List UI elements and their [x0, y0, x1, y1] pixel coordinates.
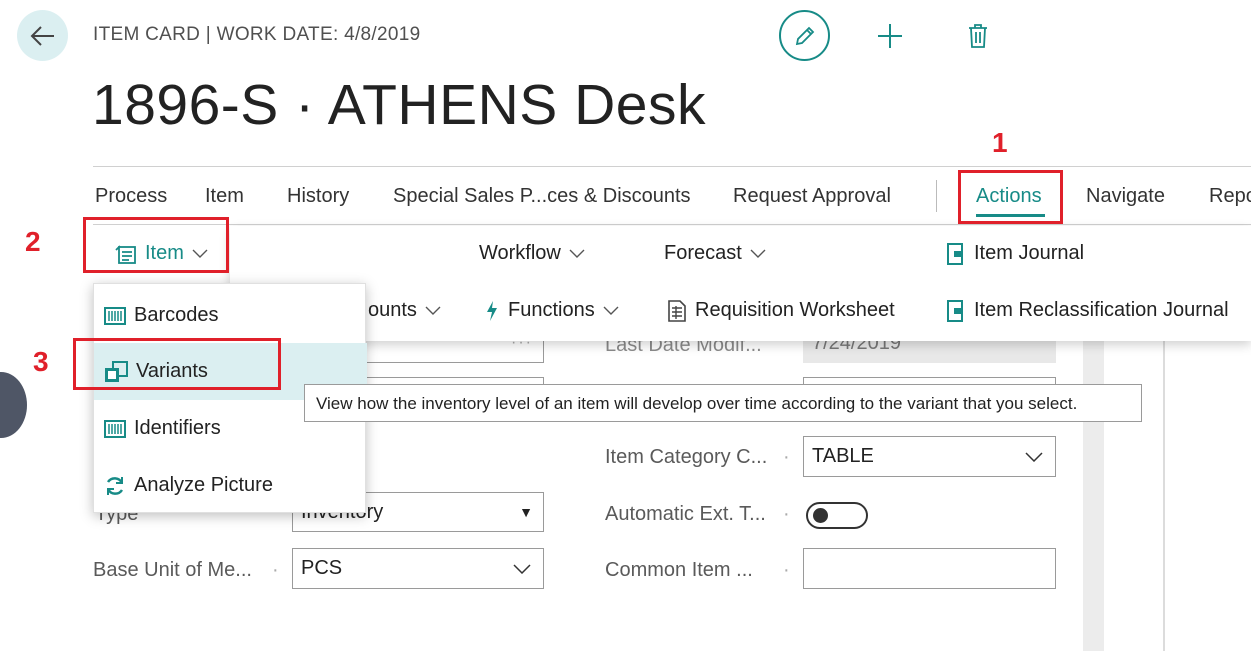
item-category-label: Item Category C...	[605, 446, 768, 468]
barcode-icon	[104, 419, 126, 438]
item-reclass-journal-label: Item Reclassification Journal	[974, 299, 1229, 321]
requisition-worksheet-button[interactable]: Requisition Worksheet	[667, 299, 895, 322]
item-journal-button[interactable]: Item Journal	[946, 242, 1084, 265]
common-item-label: Common Item ...	[605, 559, 753, 581]
item-journal-label: Item Journal	[974, 242, 1085, 264]
tab-request-approval[interactable]: Request Approval	[733, 185, 891, 208]
chevron-down-icon	[1025, 451, 1043, 462]
item-category-value: TABLE	[812, 445, 874, 467]
annotation-box-variants	[73, 338, 281, 390]
barcode-icon	[104, 306, 126, 325]
field-dot: ·	[272, 559, 279, 581]
tab-item[interactable]: Item	[205, 185, 244, 208]
edit-button[interactable]	[779, 10, 830, 61]
workflow-label: Workflow	[479, 242, 561, 264]
chevron-down-icon	[425, 306, 441, 315]
journal-icon	[947, 299, 963, 322]
tooltip: View how the inventory level of an item …	[304, 384, 1142, 422]
chevron-down-icon	[513, 563, 531, 574]
item-reclass-journal-button[interactable]: Item Reclassification Journal	[946, 299, 1229, 322]
page-caption: ITEM CARD | WORK DATE: 4/8/2019	[93, 24, 421, 45]
divider	[93, 166, 1251, 167]
automatic-ext-text-label: Automatic Ext. T...	[605, 503, 766, 525]
tab-navigate[interactable]: Navigate	[1086, 185, 1165, 208]
field-dot: ·	[783, 559, 790, 581]
new-button[interactable]	[870, 16, 910, 56]
base-unit-label: Base Unit of Me...	[93, 559, 252, 581]
back-button[interactable]	[17, 10, 68, 61]
caret-down-icon: ▼	[519, 504, 533, 520]
field-dot: ·	[783, 503, 790, 525]
menu-item-analyze-picture[interactable]: Analyze Picture	[94, 457, 367, 514]
divider	[93, 224, 1251, 225]
item-category-select[interactable]: TABLE	[803, 436, 1056, 477]
delete-button[interactable]	[958, 16, 998, 56]
menu-item-barcodes[interactable]: Barcodes	[94, 287, 367, 344]
toggle-knob	[813, 508, 828, 523]
side-handle[interactable]	[0, 372, 27, 438]
plus-icon	[878, 24, 902, 48]
chevron-down-icon	[603, 306, 619, 315]
panel-divider	[1163, 341, 1165, 651]
worksheet-icon	[668, 299, 686, 322]
annotation-3: 3	[33, 346, 49, 377]
arrow-left-icon	[30, 25, 54, 46]
discounts-button[interactable]: ounts	[368, 299, 441, 322]
journal-icon	[947, 242, 963, 265]
tab-process[interactable]: Process	[95, 185, 167, 208]
menu-item-label: Barcodes	[134, 304, 219, 326]
tab-special-sales-prices[interactable]: Special Sales P...ces & Discounts	[393, 185, 691, 208]
workflow-button[interactable]: Workflow	[479, 242, 585, 265]
discounts-label: ounts	[368, 299, 417, 321]
base-unit-value: PCS	[301, 557, 343, 579]
field-dot: ·	[783, 446, 790, 468]
trash-icon	[969, 24, 987, 48]
refresh-icon	[106, 476, 124, 495]
lightning-icon	[487, 300, 497, 321]
annotation-1: 1	[992, 127, 1008, 158]
automatic-ext-text-toggle[interactable]	[806, 502, 868, 529]
annotation-box-item	[83, 217, 229, 273]
common-item-field[interactable]	[803, 548, 1056, 589]
forecast-button[interactable]: Forecast	[664, 242, 766, 265]
forecast-label: Forecast	[664, 242, 742, 264]
chevron-down-icon	[569, 249, 585, 258]
tab-separator	[936, 180, 937, 212]
pencil-icon	[795, 26, 814, 45]
tab-history[interactable]: History	[287, 185, 349, 208]
menu-item-label: Analyze Picture	[134, 474, 273, 496]
tab-report[interactable]: Repo	[1209, 185, 1251, 208]
menu-item-label: Identifiers	[134, 417, 221, 439]
functions-button[interactable]: Functions	[484, 299, 619, 322]
base-unit-select[interactable]: PCS	[292, 548, 544, 589]
chevron-down-icon	[750, 249, 766, 258]
page-title: 1896-S · ATHENS Desk	[92, 73, 706, 137]
functions-label: Functions	[508, 299, 595, 321]
annotation-2: 2	[25, 226, 41, 257]
requisition-worksheet-label: Requisition Worksheet	[695, 299, 895, 321]
annotation-box-actions	[958, 170, 1063, 224]
